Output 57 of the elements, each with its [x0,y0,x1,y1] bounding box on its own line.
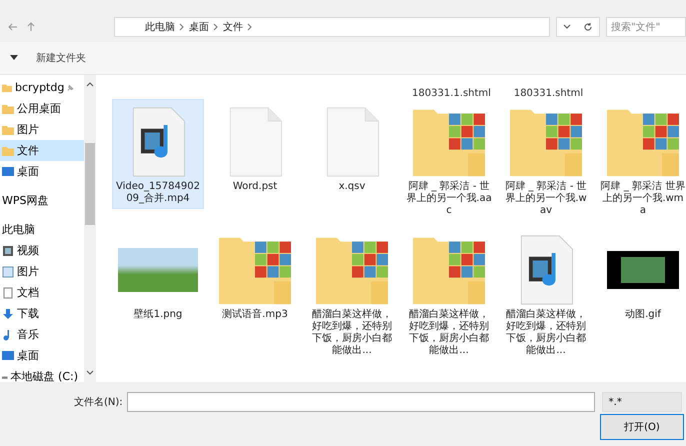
file-item[interactable]: 阿肆 _ 郭采洁 - 世界上的另一个我.wav [500,99,592,221]
file-item[interactable]: 醋溜白菜这样做，好吃到爆，还特别下饭，厨房小白都能做出... [306,227,398,361]
sidebar-item[interactable]: bcryptdg [0,77,84,98]
folder-icon [2,124,14,136]
sidebar-item[interactable]: 公用桌面 [0,98,84,119]
sidebar-item[interactable]: 桌面 [0,345,84,366]
sidebar-item[interactable]: 桌面 [0,161,84,182]
chevron-icon [213,23,219,31]
file-item[interactable]: 测试语音.mp3 [209,227,301,325]
sidebar-item[interactable]: 音乐 [0,324,84,345]
dropdown-icon[interactable] [563,24,571,30]
sidebar-item[interactable]: 图片 [0,119,84,140]
address-bar[interactable]: 此电脑 桌面 文件 [114,17,550,37]
scrollbar-thumb[interactable] [85,143,95,225]
film-icon [2,244,14,256]
down-arrow-icon [2,308,14,320]
file-item[interactable]: 动图.gif [597,227,686,325]
folder-icon [2,144,14,156]
file-item[interactable]: Word.pst [209,99,301,197]
file-type-dropdown[interactable]: *.* [602,392,682,412]
dropdown-icon[interactable] [10,55,18,61]
scroll-down-icon[interactable] [86,370,94,376]
file-item[interactable]: 醋溜白菜这样做，好吃到爆，还特别下饭，厨房小白都能做出... [500,227,592,361]
scroll-up-icon[interactable] [86,81,94,87]
folder-icon [2,82,12,94]
file-name-label: 文件名(N): [74,396,123,409]
chevron-icon [179,23,185,31]
breadcrumb[interactable]: 文件 [223,20,243,34]
image-thumbnail [607,251,679,289]
sidebar-item[interactable]: 图片 [0,261,84,282]
file-item[interactable]: 壁纸1.png [112,227,204,325]
sidebar-item[interactable]: 本地磁盘 (C:) [0,366,84,382]
file-name: 180331.shtml [512,88,584,99]
sidebar-item[interactable]: 视频 [0,240,84,261]
file-item[interactable]: Video_1578490209_合并.mp4 [112,99,204,209]
file-item[interactable]: 阿肆 _ 郭采洁 世界上的另一个我.wma [597,99,686,221]
sidebar-item[interactable]: 此电脑 [0,219,84,240]
desktop-icon [2,166,14,178]
file-item[interactable]: 阿肆 _ 郭采洁 - 世界上的另一个我.aac [403,99,495,221]
sidebar-item[interactable]: WPS网盘 [0,190,84,211]
new-folder-button[interactable]: 新建文件夹 [30,50,92,66]
picture-icon [2,266,14,278]
refresh-icon[interactable] [583,22,593,32]
file-name: 180331.1.shtml [411,88,492,99]
desktop-icon [2,350,14,362]
folder-icon [2,102,14,114]
breadcrumb[interactable]: 桌面 [189,20,209,34]
breadcrumb[interactable]: 此电脑 [145,20,175,34]
sidebar-item[interactable]: 文档 [0,282,84,303]
chevron-icon [247,23,253,31]
file-item[interactable]: x.qsv [306,99,398,197]
file-name-field[interactable] [126,392,595,412]
file-item[interactable]: 醋溜白菜这样做，好吃到爆，还特别下饭，厨房小白都能做出... [403,227,495,361]
open-button[interactable]: 打开(O) [600,414,684,440]
sidebar-item[interactable]: 文件 [0,140,84,161]
search-field[interactable]: 搜索"文件" [606,17,686,37]
sidebar-item[interactable]: 下载 [0,303,84,324]
